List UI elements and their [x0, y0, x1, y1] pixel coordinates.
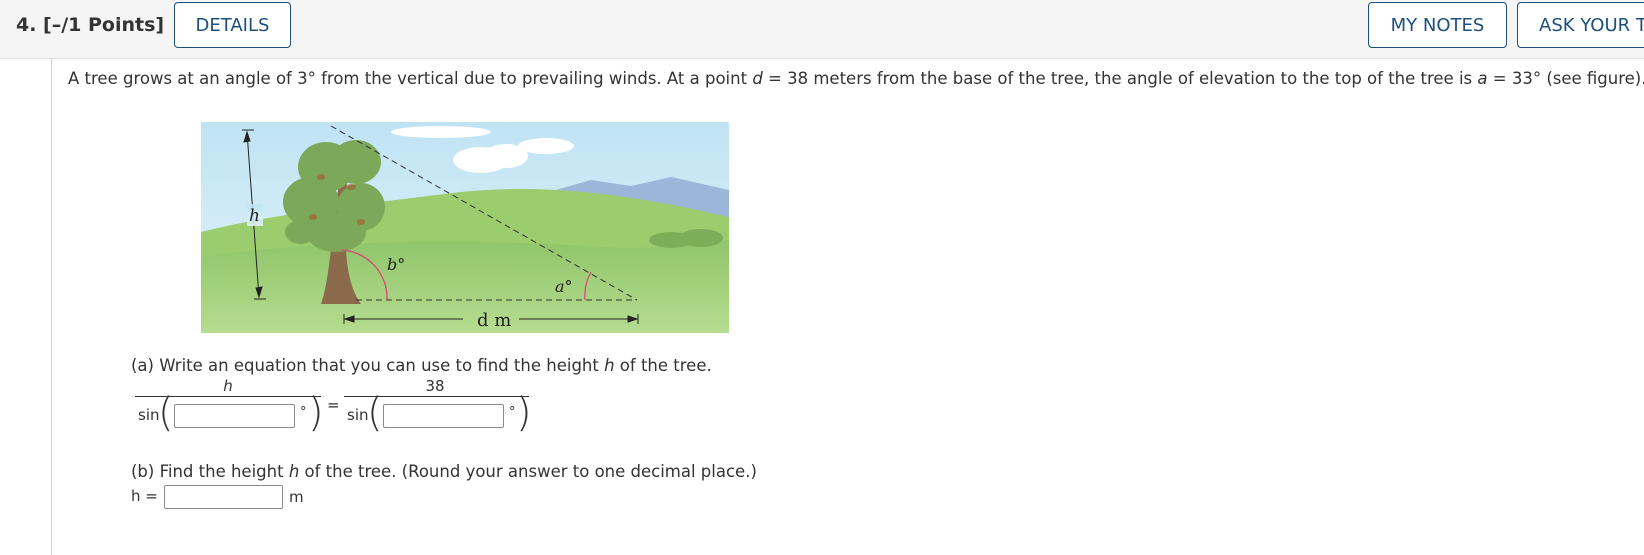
height-answer-input[interactable] [164, 485, 283, 509]
problem-statement: A tree grows at an angle of 3° from the … [68, 69, 1644, 88]
height-answer-label: h = [131, 487, 158, 505]
left-rule [51, 59, 52, 555]
degree-symbol-1: ° [300, 405, 307, 420]
d-label: d m [477, 310, 511, 331]
left-paren-close: ) [308, 390, 324, 436]
sin-label-left: sin [138, 406, 160, 424]
part-a-text-2: of the tree. [614, 356, 712, 375]
problem-text-3: = 33° (see figure). [1487, 69, 1644, 88]
question-number: 4. [–/1 Points] [16, 14, 165, 36]
problem-text-2: = 38 meters from the base of the tree, t… [762, 69, 1478, 88]
my-notes-button[interactable]: MY NOTES [1368, 2, 1507, 48]
part-a-text-1: (a) Write an equation that you can use t… [131, 356, 605, 375]
part-a-var-h: h [604, 356, 615, 375]
sin-label-right: sin [347, 406, 369, 424]
part-b-text-2: of the tree. (Round your answer to one d… [299, 462, 757, 481]
part-b-prompt: (b) Find the height h of the tree. (Roun… [131, 462, 757, 481]
left-numerator: h [223, 377, 233, 395]
part-b-var-h: h [288, 462, 300, 481]
meadow-shape [201, 240, 729, 333]
tree-figure: h b° a° d m [201, 122, 729, 333]
degree-symbol-2: ° [509, 405, 516, 420]
question-header: 4. [–/1 Points] DETAILS MY NOTES ASK YOU… [0, 0, 1644, 59]
equals-sign: = [327, 396, 340, 414]
a-label: a° [555, 277, 573, 296]
right-numerator: 38 [425, 377, 445, 395]
problem-text-1: A tree grows at an angle of 3° from the … [68, 69, 753, 88]
details-button[interactable]: DETAILS [174, 2, 291, 48]
angle-input-2[interactable] [383, 404, 504, 428]
right-paren-close: ) [516, 390, 532, 436]
right-paren-open: ( [367, 390, 383, 436]
part-b-text-1: (b) Find the height [131, 462, 289, 481]
part-a-prompt: (a) Write an equation that you can use t… [131, 356, 712, 375]
problem-var-d: d [752, 69, 763, 88]
ask-teacher-button[interactable]: ASK YOUR TEACHER [1517, 2, 1644, 48]
h-label: h [249, 206, 260, 226]
problem-var-a: a [1477, 69, 1488, 88]
angle-input-1[interactable] [174, 404, 295, 428]
b-label: b° [387, 255, 405, 274]
left-paren-open: ( [158, 390, 174, 436]
unit-label: m [289, 488, 304, 506]
